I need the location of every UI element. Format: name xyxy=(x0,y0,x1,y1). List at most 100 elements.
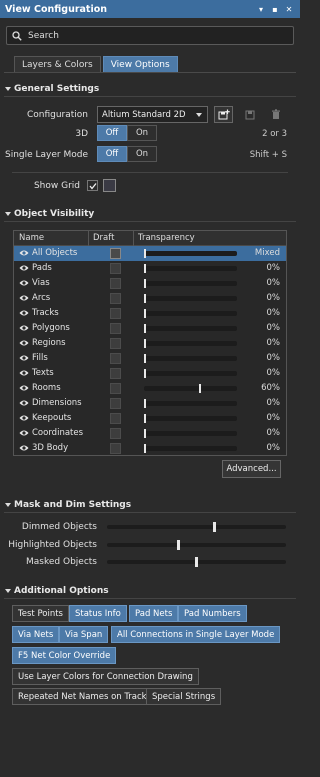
eye-icon[interactable] xyxy=(19,279,29,287)
delete-config-button[interactable] xyxy=(266,106,285,123)
eye-icon[interactable] xyxy=(19,414,29,422)
slider-thumb[interactable] xyxy=(195,557,198,567)
column-draft-header[interactable]: Draft xyxy=(93,233,114,243)
table-row[interactable]: Tracks 0% xyxy=(14,306,286,321)
table-row[interactable]: 3D Body 0% xyxy=(14,441,286,456)
draft-checkbox[interactable] xyxy=(110,278,121,289)
column-name-header[interactable]: Name xyxy=(19,233,44,243)
table-row[interactable]: Rooms 60% xyxy=(14,381,286,396)
table-row[interactable]: Keepouts 0% xyxy=(14,411,286,426)
table-row[interactable]: All Objects Mixed xyxy=(14,246,286,261)
mask-dim-header[interactable]: Mask and Dim Settings xyxy=(5,500,131,510)
via-nets-button[interactable]: Via Nets xyxy=(12,626,60,643)
masked-objects-slider[interactable] xyxy=(107,557,286,567)
eye-icon[interactable] xyxy=(19,294,29,302)
table-row[interactable]: Coordinates 0% xyxy=(14,426,286,441)
net-color-override-button[interactable]: F5 Net Color Override xyxy=(12,647,117,664)
save-config-button[interactable] xyxy=(240,106,259,123)
slider-thumb[interactable] xyxy=(144,339,146,348)
pad-numbers-button[interactable]: Pad Numbers xyxy=(178,605,247,622)
tab-view-options[interactable]: View Options xyxy=(102,56,178,73)
show-grid-checkbox[interactable] xyxy=(87,180,98,191)
draft-checkbox[interactable] xyxy=(110,323,121,334)
transparency-slider[interactable] xyxy=(144,399,237,408)
transparency-slider[interactable] xyxy=(144,414,237,423)
all-connections-single-layer-button[interactable]: All Connections in Single Layer Mode xyxy=(111,626,281,643)
eye-icon[interactable] xyxy=(19,399,29,407)
draft-checkbox[interactable] xyxy=(110,248,121,259)
draft-checkbox[interactable] xyxy=(110,383,121,394)
transparency-slider[interactable] xyxy=(144,264,237,273)
eye-icon[interactable] xyxy=(19,249,29,257)
eye-icon[interactable] xyxy=(19,324,29,332)
slider-thumb[interactable] xyxy=(177,540,181,550)
use-layer-colors-button[interactable]: Use Layer Colors for Connection Drawing xyxy=(12,668,199,685)
status-info-button[interactable]: Status Info xyxy=(69,605,127,622)
object-visibility-header[interactable]: Object Visibility xyxy=(5,209,94,219)
column-transparency-header[interactable]: Transparency xyxy=(138,233,195,243)
draft-checkbox[interactable] xyxy=(110,413,121,424)
eye-icon[interactable] xyxy=(19,309,29,317)
draft-checkbox[interactable] xyxy=(110,398,121,409)
transparency-slider[interactable] xyxy=(144,309,237,318)
slider-thumb[interactable] xyxy=(144,294,146,303)
draft-checkbox[interactable] xyxy=(110,308,121,319)
via-span-button[interactable]: Via Span xyxy=(59,626,109,643)
draft-checkbox[interactable] xyxy=(110,368,121,379)
draft-checkbox[interactable] xyxy=(110,338,121,349)
advanced-button[interactable]: Advanced... xyxy=(222,460,281,478)
slider-thumb[interactable] xyxy=(144,444,146,453)
transparency-slider[interactable] xyxy=(144,324,237,333)
table-row[interactable]: Regions 0% xyxy=(14,336,286,351)
close-icon[interactable]: ✕ xyxy=(283,5,295,14)
table-row[interactable]: Arcs 0% xyxy=(14,291,286,306)
general-settings-header[interactable]: General Settings xyxy=(5,84,99,94)
eye-icon[interactable] xyxy=(19,354,29,362)
draft-checkbox[interactable] xyxy=(110,293,121,304)
single-layer-off-button[interactable]: Off xyxy=(97,146,127,162)
slider-thumb[interactable] xyxy=(144,264,146,273)
eye-icon[interactable] xyxy=(19,384,29,392)
transparency-slider[interactable] xyxy=(144,444,237,453)
table-row[interactable]: Polygons 0% xyxy=(14,321,286,336)
slider-thumb[interactable] xyxy=(144,279,146,288)
tab-layers-colors[interactable]: Layers & Colors xyxy=(14,56,101,73)
three-d-on-button[interactable]: On xyxy=(127,125,157,141)
slider-thumb[interactable] xyxy=(144,414,146,423)
search-input[interactable]: Search xyxy=(6,26,294,45)
repeated-net-names-button[interactable]: Repeated Net Names on Tracks xyxy=(12,688,158,705)
pad-nets-button[interactable]: Pad Nets xyxy=(129,605,179,622)
slider-thumb[interactable] xyxy=(144,399,146,408)
slider-thumb[interactable] xyxy=(144,309,146,318)
slider-thumb[interactable] xyxy=(144,369,146,378)
transparency-slider[interactable] xyxy=(144,369,237,378)
table-row[interactable]: Texts 0% xyxy=(14,366,286,381)
table-row[interactable]: Fills 0% xyxy=(14,351,286,366)
three-d-off-button[interactable]: Off xyxy=(97,125,127,141)
table-row[interactable]: Dimensions 0% xyxy=(14,396,286,411)
transparency-slider[interactable] xyxy=(144,279,237,288)
highlighted-objects-slider[interactable] xyxy=(107,540,286,550)
dimmed-objects-slider[interactable] xyxy=(107,522,286,532)
special-strings-button[interactable]: Special Strings xyxy=(146,688,222,705)
table-row[interactable]: Pads 0% xyxy=(14,261,286,276)
save-config-as-button[interactable] xyxy=(214,106,233,123)
configuration-dropdown[interactable]: Altium Standard 2D xyxy=(97,106,208,123)
transparency-slider[interactable] xyxy=(144,429,237,438)
slider-thumb[interactable] xyxy=(198,384,201,393)
slider-thumb[interactable] xyxy=(144,354,146,363)
test-points-button[interactable]: Test Points xyxy=(12,605,69,622)
draft-checkbox[interactable] xyxy=(110,353,121,364)
transparency-slider[interactable] xyxy=(144,354,237,363)
draft-checkbox[interactable] xyxy=(110,263,121,274)
draft-checkbox[interactable] xyxy=(110,443,121,454)
transparency-slider[interactable] xyxy=(144,384,237,393)
transparency-slider[interactable] xyxy=(144,294,237,303)
eye-icon[interactable] xyxy=(19,369,29,377)
additional-options-header[interactable]: Additional Options xyxy=(5,586,109,596)
transparency-slider[interactable] xyxy=(144,339,237,348)
slider-thumb[interactable] xyxy=(144,249,146,258)
draft-checkbox[interactable] xyxy=(110,428,121,439)
transparency-slider[interactable] xyxy=(144,249,237,258)
eye-icon[interactable] xyxy=(19,429,29,437)
